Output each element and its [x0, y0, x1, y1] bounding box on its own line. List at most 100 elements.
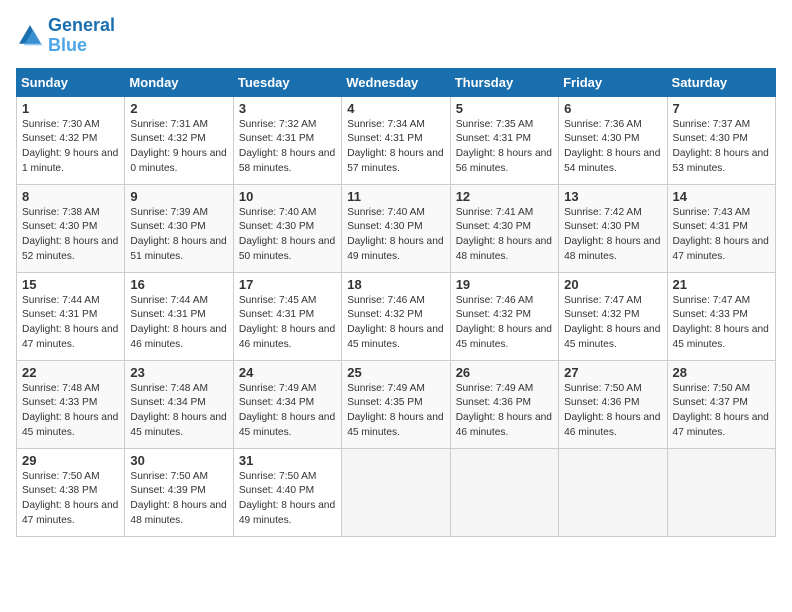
- day-number: 14: [673, 189, 770, 204]
- day-info: Sunrise: 7:32 AMSunset: 4:31 PMDaylight:…: [239, 118, 336, 177]
- calendar-cell: [450, 448, 558, 536]
- day-info: Sunrise: 7:44 AMSunset: 4:31 PMDaylight:…: [22, 294, 119, 353]
- calendar-week-4: 22 Sunrise: 7:48 AMSunset: 4:33 PMDaylig…: [17, 360, 776, 448]
- calendar-cell: [559, 448, 667, 536]
- day-info: Sunrise: 7:40 AMSunset: 4:30 PMDaylight:…: [239, 206, 336, 265]
- calendar-table: SundayMondayTuesdayWednesdayThursdayFrid…: [16, 68, 776, 537]
- day-number: 9: [130, 189, 227, 204]
- calendar-week-5: 29 Sunrise: 7:50 AMSunset: 4:38 PMDaylig…: [17, 448, 776, 536]
- calendar-cell: 27 Sunrise: 7:50 AMSunset: 4:36 PMDaylig…: [559, 360, 667, 448]
- calendar-cell: 16 Sunrise: 7:44 AMSunset: 4:31 PMDaylig…: [125, 272, 233, 360]
- day-info: Sunrise: 7:50 AMSunset: 4:40 PMDaylight:…: [239, 470, 336, 529]
- day-number: 27: [564, 365, 661, 380]
- day-info: Sunrise: 7:50 AMSunset: 4:37 PMDaylight:…: [673, 382, 770, 441]
- day-number: 2: [130, 101, 227, 116]
- day-info: Sunrise: 7:44 AMSunset: 4:31 PMDaylight:…: [130, 294, 227, 353]
- day-number: 20: [564, 277, 661, 292]
- calendar-week-1: 1 Sunrise: 7:30 AMSunset: 4:32 PMDayligh…: [17, 96, 776, 184]
- calendar-cell: 24 Sunrise: 7:49 AMSunset: 4:34 PMDaylig…: [233, 360, 341, 448]
- calendar-week-3: 15 Sunrise: 7:44 AMSunset: 4:31 PMDaylig…: [17, 272, 776, 360]
- day-number: 25: [347, 365, 444, 380]
- day-number: 22: [22, 365, 119, 380]
- calendar-cell: 14 Sunrise: 7:43 AMSunset: 4:31 PMDaylig…: [667, 184, 775, 272]
- day-number: 28: [673, 365, 770, 380]
- day-info: Sunrise: 7:39 AMSunset: 4:30 PMDaylight:…: [130, 206, 227, 265]
- calendar-cell: 26 Sunrise: 7:49 AMSunset: 4:36 PMDaylig…: [450, 360, 558, 448]
- calendar-cell: 9 Sunrise: 7:39 AMSunset: 4:30 PMDayligh…: [125, 184, 233, 272]
- day-info: Sunrise: 7:41 AMSunset: 4:30 PMDaylight:…: [456, 206, 553, 265]
- day-info: Sunrise: 7:36 AMSunset: 4:30 PMDaylight:…: [564, 118, 661, 177]
- day-number: 29: [22, 453, 119, 468]
- day-info: Sunrise: 7:48 AMSunset: 4:34 PMDaylight:…: [130, 382, 227, 441]
- calendar-cell: 25 Sunrise: 7:49 AMSunset: 4:35 PMDaylig…: [342, 360, 450, 448]
- calendar-cell: 21 Sunrise: 7:47 AMSunset: 4:33 PMDaylig…: [667, 272, 775, 360]
- calendar-cell: 30 Sunrise: 7:50 AMSunset: 4:39 PMDaylig…: [125, 448, 233, 536]
- day-number: 15: [22, 277, 119, 292]
- weekday-header-friday: Friday: [559, 68, 667, 96]
- day-number: 23: [130, 365, 227, 380]
- calendar-cell: 10 Sunrise: 7:40 AMSunset: 4:30 PMDaylig…: [233, 184, 341, 272]
- day-info: Sunrise: 7:43 AMSunset: 4:31 PMDaylight:…: [673, 206, 770, 265]
- day-number: 4: [347, 101, 444, 116]
- day-info: Sunrise: 7:42 AMSunset: 4:30 PMDaylight:…: [564, 206, 661, 265]
- logo: General Blue: [16, 16, 115, 56]
- day-number: 8: [22, 189, 119, 204]
- day-info: Sunrise: 7:30 AMSunset: 4:32 PMDaylight:…: [22, 118, 119, 177]
- calendar-cell: 22 Sunrise: 7:48 AMSunset: 4:33 PMDaylig…: [17, 360, 125, 448]
- day-info: Sunrise: 7:50 AMSunset: 4:36 PMDaylight:…: [564, 382, 661, 441]
- calendar-cell: 2 Sunrise: 7:31 AMSunset: 4:32 PMDayligh…: [125, 96, 233, 184]
- calendar-cell: 17 Sunrise: 7:45 AMSunset: 4:31 PMDaylig…: [233, 272, 341, 360]
- calendar-week-2: 8 Sunrise: 7:38 AMSunset: 4:30 PMDayligh…: [17, 184, 776, 272]
- calendar-cell: 3 Sunrise: 7:32 AMSunset: 4:31 PMDayligh…: [233, 96, 341, 184]
- logo-icon: [16, 22, 44, 50]
- day-number: 3: [239, 101, 336, 116]
- calendar-cell: 29 Sunrise: 7:50 AMSunset: 4:38 PMDaylig…: [17, 448, 125, 536]
- day-number: 16: [130, 277, 227, 292]
- weekday-header-sunday: Sunday: [17, 68, 125, 96]
- calendar-cell: 1 Sunrise: 7:30 AMSunset: 4:32 PMDayligh…: [17, 96, 125, 184]
- day-info: Sunrise: 7:31 AMSunset: 4:32 PMDaylight:…: [130, 118, 227, 177]
- day-info: Sunrise: 7:46 AMSunset: 4:32 PMDaylight:…: [456, 294, 553, 353]
- day-info: Sunrise: 7:40 AMSunset: 4:30 PMDaylight:…: [347, 206, 444, 265]
- day-number: 6: [564, 101, 661, 116]
- weekday-header-row: SundayMondayTuesdayWednesdayThursdayFrid…: [17, 68, 776, 96]
- day-number: 13: [564, 189, 661, 204]
- day-number: 21: [673, 277, 770, 292]
- weekday-header-thursday: Thursday: [450, 68, 558, 96]
- day-number: 1: [22, 101, 119, 116]
- day-info: Sunrise: 7:49 AMSunset: 4:35 PMDaylight:…: [347, 382, 444, 441]
- calendar-cell: 23 Sunrise: 7:48 AMSunset: 4:34 PMDaylig…: [125, 360, 233, 448]
- day-number: 19: [456, 277, 553, 292]
- calendar-cell: 20 Sunrise: 7:47 AMSunset: 4:32 PMDaylig…: [559, 272, 667, 360]
- day-number: 12: [456, 189, 553, 204]
- day-info: Sunrise: 7:35 AMSunset: 4:31 PMDaylight:…: [456, 118, 553, 177]
- calendar-cell: 11 Sunrise: 7:40 AMSunset: 4:30 PMDaylig…: [342, 184, 450, 272]
- day-info: Sunrise: 7:48 AMSunset: 4:33 PMDaylight:…: [22, 382, 119, 441]
- day-info: Sunrise: 7:49 AMSunset: 4:34 PMDaylight:…: [239, 382, 336, 441]
- calendar-cell: 6 Sunrise: 7:36 AMSunset: 4:30 PMDayligh…: [559, 96, 667, 184]
- day-info: Sunrise: 7:37 AMSunset: 4:30 PMDaylight:…: [673, 118, 770, 177]
- day-info: Sunrise: 7:47 AMSunset: 4:32 PMDaylight:…: [564, 294, 661, 353]
- calendar-cell: 18 Sunrise: 7:46 AMSunset: 4:32 PMDaylig…: [342, 272, 450, 360]
- day-info: Sunrise: 7:47 AMSunset: 4:33 PMDaylight:…: [673, 294, 770, 353]
- day-info: Sunrise: 7:38 AMSunset: 4:30 PMDaylight:…: [22, 206, 119, 265]
- weekday-header-tuesday: Tuesday: [233, 68, 341, 96]
- day-info: Sunrise: 7:49 AMSunset: 4:36 PMDaylight:…: [456, 382, 553, 441]
- day-info: Sunrise: 7:34 AMSunset: 4:31 PMDaylight:…: [347, 118, 444, 177]
- calendar-cell: 28 Sunrise: 7:50 AMSunset: 4:37 PMDaylig…: [667, 360, 775, 448]
- day-number: 7: [673, 101, 770, 116]
- calendar-cell: 31 Sunrise: 7:50 AMSunset: 4:40 PMDaylig…: [233, 448, 341, 536]
- calendar-cell: 4 Sunrise: 7:34 AMSunset: 4:31 PMDayligh…: [342, 96, 450, 184]
- calendar-cell: 12 Sunrise: 7:41 AMSunset: 4:30 PMDaylig…: [450, 184, 558, 272]
- day-info: Sunrise: 7:45 AMSunset: 4:31 PMDaylight:…: [239, 294, 336, 353]
- day-info: Sunrise: 7:50 AMSunset: 4:38 PMDaylight:…: [22, 470, 119, 529]
- weekday-header-wednesday: Wednesday: [342, 68, 450, 96]
- day-number: 18: [347, 277, 444, 292]
- day-number: 24: [239, 365, 336, 380]
- calendar-cell: [342, 448, 450, 536]
- day-info: Sunrise: 7:46 AMSunset: 4:32 PMDaylight:…: [347, 294, 444, 353]
- page-header: General Blue: [16, 16, 776, 56]
- day-number: 31: [239, 453, 336, 468]
- day-number: 10: [239, 189, 336, 204]
- calendar-cell: [667, 448, 775, 536]
